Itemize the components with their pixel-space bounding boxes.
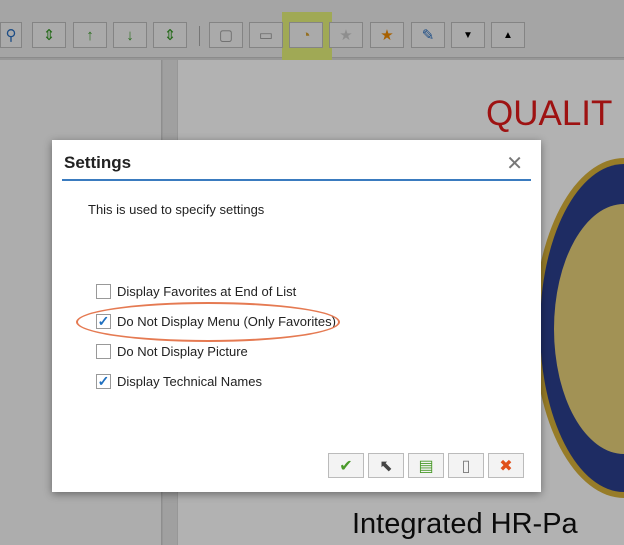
select-button[interactable]: ⬉ (368, 453, 404, 478)
close-icon[interactable]: ✕ (506, 151, 523, 176)
checkbox[interactable] (96, 344, 111, 359)
option-label: Display Technical Names (117, 374, 262, 389)
option-label: Display Favorites at End of List (117, 284, 297, 299)
option-technical-names[interactable]: ✓ Display Technical Names (96, 373, 262, 389)
settings-dialog: Settings ✕ This is used to specify setti… (52, 140, 541, 492)
checkbox[interactable] (96, 284, 111, 299)
cancel-button[interactable]: ✖ (488, 453, 524, 478)
option-favorites-end[interactable]: Display Favorites at End of List (96, 284, 296, 299)
option-label: Do Not Display Picture (117, 344, 248, 359)
checkbox[interactable]: ✓ (96, 373, 111, 389)
other-button[interactable]: ▯ (448, 453, 484, 478)
annotation-oval (76, 302, 340, 342)
option-no-picture[interactable]: Do Not Display Picture (96, 344, 248, 359)
title-divider (62, 179, 531, 181)
confirm-button[interactable]: ✔ (328, 453, 364, 478)
dialog-title: Settings (64, 153, 132, 172)
dialog-description: This is used to specify settings (88, 202, 265, 217)
details-button[interactable]: ▤ (408, 453, 444, 478)
